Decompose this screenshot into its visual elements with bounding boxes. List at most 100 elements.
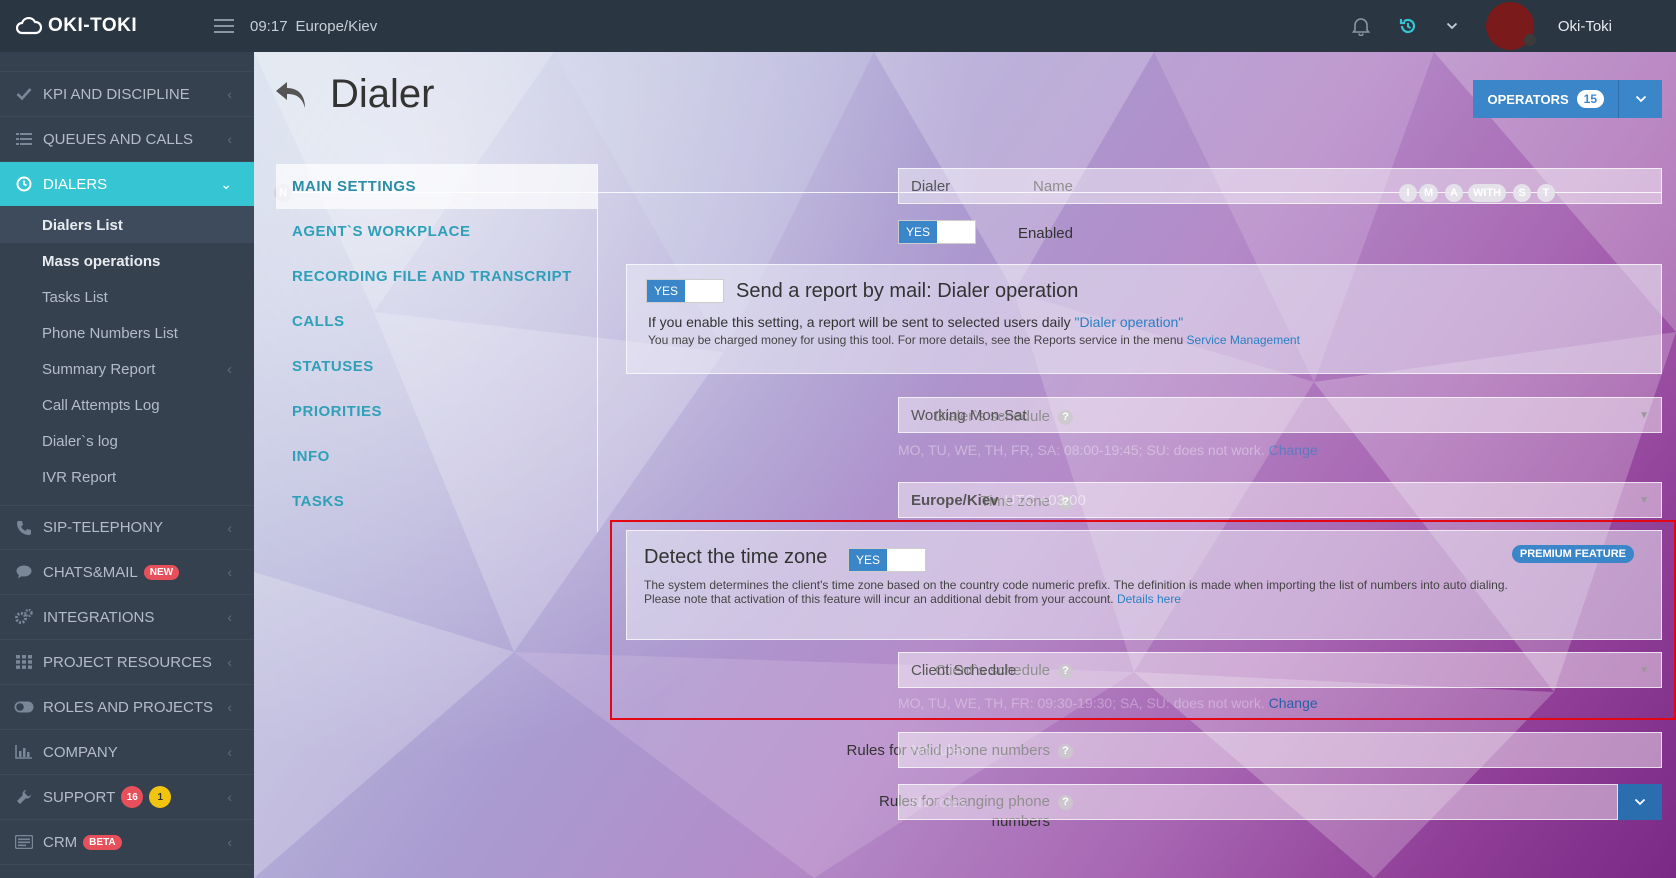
highlight-frame xyxy=(610,520,1676,720)
chevron-down-icon xyxy=(1635,95,1646,103)
chevron-left-icon: ‹ xyxy=(227,654,232,670)
tab-info[interactable]: INFO xyxy=(276,434,597,479)
timezone-value: Europe/Kiev xyxy=(911,491,999,509)
clock-time: 09:17 xyxy=(250,17,288,35)
sidebar-item-label: ROLES AND PROJECTS xyxy=(43,698,214,716)
submenu-label: Tasks List xyxy=(42,288,108,306)
operators-button-group: OPERATORS 15 xyxy=(1473,80,1662,118)
submenu-item-phone-numbers[interactable]: Phone Numbers List xyxy=(0,315,254,351)
rules-change-select[interactable]: No roles xyxy=(898,784,1618,820)
timezone-select[interactable]: Europe/Kiev UTC +03:00 ▼ xyxy=(898,482,1662,518)
schedule-value: Working Mon-Sat xyxy=(911,406,1027,424)
report-note-text: You may be charged money for using this … xyxy=(648,333,1184,347)
gears-icon xyxy=(14,609,34,625)
page-header: Dialer xyxy=(274,72,434,117)
submenu-item-dialers-log[interactable]: Dialer`s log xyxy=(0,423,254,459)
report-title: Send a report by mail: Dialer operation xyxy=(736,280,1079,302)
submenu-item-dialers-list[interactable]: Dialers List xyxy=(0,207,254,243)
tab-agents-workplace[interactable]: AGENT`S WORKPLACE xyxy=(276,209,597,254)
submenu-item-tasks-list[interactable]: Tasks List xyxy=(0,279,254,315)
toggle-yes-label: YES xyxy=(647,280,685,302)
submenu-label: IVR Report xyxy=(42,468,117,486)
bell-icon[interactable] xyxy=(1351,16,1370,36)
new-badge: NEW xyxy=(143,564,180,580)
clock-timezone: Europe/Kiev xyxy=(295,17,378,35)
operators-count: 15 xyxy=(1576,90,1604,108)
chevron-down-icon[interactable] xyxy=(1446,22,1458,30)
sidebar-item-support[interactable]: SUPPORT 16 1 ‹ xyxy=(0,775,254,820)
bar-chart-icon xyxy=(14,745,34,759)
sidebar-item-sip[interactable]: SIP-TELEPHONY ‹ xyxy=(0,505,254,550)
chevron-left-icon: ‹ xyxy=(227,519,232,536)
tab-statuses[interactable]: STATUSES xyxy=(276,344,597,389)
tab-priorities[interactable]: PRIORITIES xyxy=(276,389,597,434)
sidebar-item-project-resources[interactable]: PROJECT RESOURCES ‹ xyxy=(0,640,254,685)
rules-change-dropdown-button[interactable] xyxy=(1618,784,1662,820)
toggle-icon xyxy=(14,701,34,713)
tab-tasks[interactable]: TASKS xyxy=(276,479,597,524)
chat-icon xyxy=(14,565,34,579)
sidebar-item-queues[interactable]: QUEUES AND CALLS ‹ xyxy=(0,117,254,162)
service-management-link[interactable]: Service Management xyxy=(1187,333,1300,347)
chevron-left-icon: ‹ xyxy=(227,86,232,102)
chevron-down-icon: ⌄ xyxy=(220,175,232,192)
crm-icon xyxy=(14,835,34,849)
rules-valid-select[interactable]: No rules xyxy=(898,732,1662,768)
caret-down-icon: ▼ xyxy=(1639,494,1649,506)
name-field[interactable]: Dialer xyxy=(898,168,1662,204)
report-toggle[interactable]: YES xyxy=(646,279,724,303)
report-note: You may be charged money for using this … xyxy=(648,333,1300,347)
sidebar-item-label: CHATS&MAIL xyxy=(43,563,138,581)
sidebar-item-kpi[interactable]: KPI AND DISCIPLINE ‹ xyxy=(0,72,254,117)
report-description: If you enable this setting, a report wil… xyxy=(648,314,1071,330)
menu-toggle-icon[interactable] xyxy=(214,15,234,37)
schedule-hint-text: MO, TU, WE, TH, FR, SA: 08:00-19:45; SU:… xyxy=(898,442,1265,458)
submenu-item-mass-operations[interactable]: Mass operations xyxy=(0,243,254,279)
back-arrow-icon[interactable] xyxy=(274,80,310,110)
sidebar: KPI AND DISCIPLINE ‹ QUEUES AND CALLS ‹ … xyxy=(0,52,254,878)
check-icon xyxy=(14,87,34,101)
sidebar-item-label: INTEGRATIONS xyxy=(43,608,155,626)
clock-icon xyxy=(14,176,34,192)
history-icon[interactable] xyxy=(1398,16,1418,36)
timezone-utc: UTC +03:00 xyxy=(1004,491,1086,509)
chevron-left-icon: ‹ xyxy=(227,744,232,760)
chevron-left-icon: ‹ xyxy=(227,834,232,850)
sidebar-item-crm[interactable]: CRM BETA ‹ xyxy=(0,820,254,865)
submenu-item-summary-report[interactable]: Summary Report ‹ xyxy=(0,351,254,387)
sidebar-item-label: QUEUES AND CALLS xyxy=(43,130,194,148)
wrench-icon xyxy=(14,789,34,805)
enabled-toggle[interactable]: YES xyxy=(898,220,976,244)
user-name[interactable]: Oki-Toki xyxy=(1558,18,1612,35)
settings-tabs: MAIN SETTINGS AGENT`S WORKPLACE RECORDIN… xyxy=(276,164,598,532)
submenu-item-ivr-report[interactable]: IVR Report xyxy=(0,459,254,495)
page-title: Dialer xyxy=(330,72,435,116)
sidebar-item-label: CRM xyxy=(43,833,78,851)
sidebar-item-label: KPI AND DISCIPLINE xyxy=(43,85,190,103)
chevron-left-icon: ‹ xyxy=(227,789,232,805)
schedule-hint: MO, TU, WE, TH, FR, SA: 08:00-19:45; SU:… xyxy=(898,442,1318,458)
chevron-left-icon: ‹ xyxy=(227,131,232,147)
sidebar-item-dialers[interactable]: DIALERS ⌄ xyxy=(0,162,254,207)
avatar[interactable] xyxy=(1485,2,1536,50)
operators-dropdown-button[interactable] xyxy=(1618,80,1662,118)
submenu-label: Dialers List xyxy=(42,216,123,234)
report-link[interactable]: "Dialer operation" xyxy=(1074,314,1183,330)
chevron-left-icon: ‹ xyxy=(227,360,232,378)
sidebar-item-users[interactable] xyxy=(0,52,254,72)
chevron-down-icon xyxy=(1634,798,1646,806)
chevron-left-icon: ‹ xyxy=(227,564,232,580)
sidebar-item-roles[interactable]: ROLES AND PROJECTS ‹ xyxy=(0,685,254,730)
operators-button[interactable]: OPERATORS 15 xyxy=(1473,80,1618,118)
tab-main-settings[interactable]: MAIN SETTINGS xyxy=(276,164,597,209)
submenu-item-call-attempts[interactable]: Call Attempts Log xyxy=(0,387,254,423)
schedule-select[interactable]: Working Mon-Sat ▼ xyxy=(898,397,1662,433)
submenu-label: Phone Numbers List xyxy=(42,324,178,342)
sidebar-item-chats[interactable]: CHATS&MAIL NEW ‹ xyxy=(0,550,254,595)
tab-recording[interactable]: RECORDING FILE AND TRANSCRIPT xyxy=(276,254,597,299)
schedule-change-link[interactable]: Change xyxy=(1269,442,1318,458)
toggle-yes-label: YES xyxy=(899,221,937,243)
sidebar-item-integrations[interactable]: INTEGRATIONS ‹ xyxy=(0,595,254,640)
tab-calls[interactable]: CALLS xyxy=(276,299,597,344)
sidebar-item-company[interactable]: COMPANY ‹ xyxy=(0,730,254,775)
